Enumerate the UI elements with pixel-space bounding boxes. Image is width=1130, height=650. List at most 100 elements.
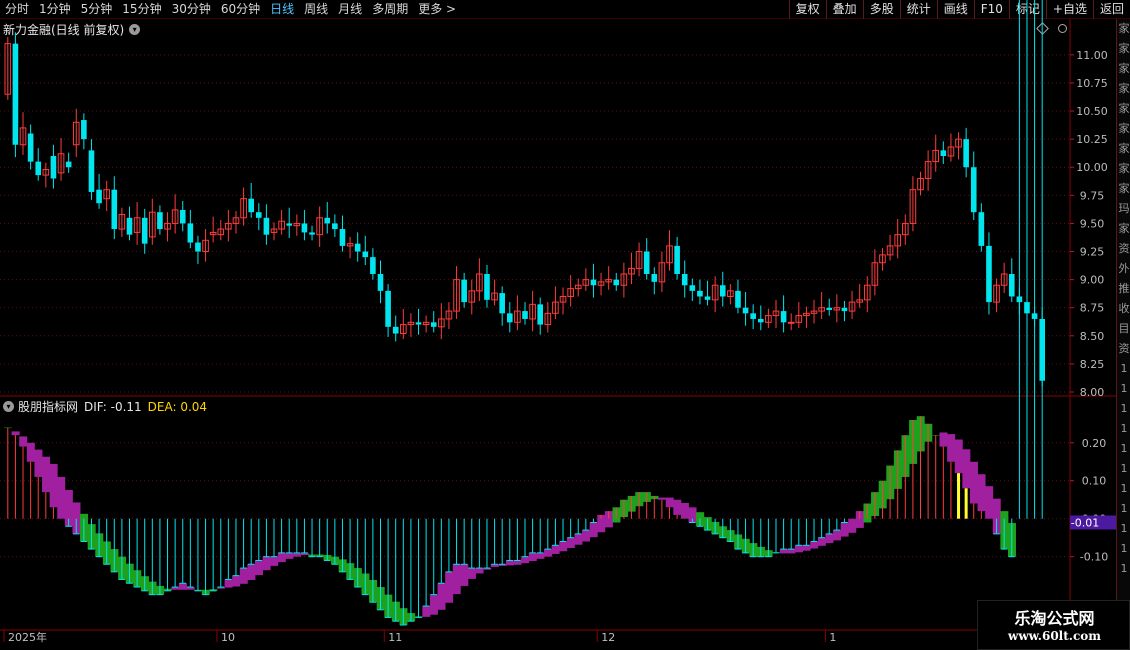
macd-shade	[848, 518, 857, 533]
candle-body-down	[141, 217, 148, 244]
macd-shade	[544, 549, 553, 557]
candle-body-down	[757, 318, 764, 323]
macd-shade	[270, 556, 279, 566]
sidebar-item[interactable]: 目	[1117, 319, 1130, 339]
candle-body-down	[461, 279, 467, 303]
price-tick-label: 11.00	[1076, 49, 1108, 62]
price-tick-label: 9.00	[1080, 274, 1105, 287]
sidebar-item[interactable]: 1	[1117, 439, 1130, 459]
candle-body-down	[286, 223, 293, 226]
candle-body-down	[377, 274, 384, 291]
candle-body-down	[27, 133, 34, 162]
sidebar-item[interactable]: 1	[1117, 379, 1130, 399]
candle-body-down	[248, 198, 254, 213]
candle-body-down	[522, 311, 528, 319]
stock-chart-app: 分时 1分钟 5分钟 15分钟 30分钟 60分钟 日线 周线 月线 多周期 更多 > 复权 叠加 多股…	[0, 0, 1130, 650]
sidebar-item[interactable]: 家	[1117, 219, 1130, 239]
macd-shade	[513, 560, 522, 565]
candle-body-down	[332, 223, 338, 230]
candle-body-down	[643, 251, 650, 274]
macd-shade	[11, 431, 20, 436]
sidebar-item[interactable]: 1	[1117, 559, 1130, 579]
macd-shade	[49, 463, 58, 508]
macd-shade	[817, 537, 826, 546]
price-tick-label: 8.25	[1080, 358, 1105, 371]
candle-body-down	[613, 279, 620, 286]
macd-shade	[26, 442, 35, 462]
macd-tick-label: 0.20	[1082, 437, 1107, 450]
candle-body-down	[126, 217, 133, 235]
candle-body-down	[537, 304, 544, 325]
candle-body-down	[986, 245, 992, 303]
candle-body-down	[697, 290, 703, 297]
candle-body-down	[841, 307, 848, 312]
macd-shade	[680, 502, 689, 519]
sidebar-item[interactable]: 家	[1117, 19, 1130, 39]
price-tick-label: 10.25	[1076, 133, 1108, 146]
sidebar-item[interactable]: 推	[1117, 279, 1130, 299]
sidebar-item[interactable]: 家	[1117, 119, 1130, 139]
candle-body-down	[81, 120, 87, 140]
candle-body-down	[742, 307, 749, 314]
macd-tick-label: -0.10	[1080, 551, 1108, 564]
sidebar-item[interactable]: 1	[1117, 399, 1130, 419]
indicator-name: 股朋指标网	[18, 400, 79, 414]
candle-body-down	[255, 212, 262, 218]
macd-shade	[445, 571, 454, 603]
sidebar-item[interactable]: 家	[1117, 139, 1130, 159]
chart-canvas[interactable]: 11.00 10.75 10.50 10.25 10.00 9.75 9.50 9.25 9.0…	[0, 0, 1130, 650]
sidebar-item[interactable]: 玛	[1117, 199, 1130, 219]
sidebar-item[interactable]: 家	[1117, 59, 1130, 79]
sidebar-item[interactable]: 家	[1117, 159, 1130, 179]
candle-body-down	[689, 285, 696, 291]
macd-shade	[262, 556, 271, 571]
sidebar-item[interactable]: 1	[1117, 359, 1130, 379]
sidebar-item[interactable]: 家	[1117, 39, 1130, 59]
price-tick-label: 10.75	[1076, 77, 1108, 90]
sidebar-item[interactable]: 1	[1117, 479, 1130, 499]
chevron-down-icon[interactable]: ▾	[3, 401, 14, 412]
sidebar-item[interactable]: 外	[1117, 259, 1130, 279]
candle-body-down	[430, 322, 437, 327]
candle-body-down	[324, 217, 331, 224]
macd-shade	[505, 560, 514, 566]
sidebar-item[interactable]: 家	[1117, 179, 1130, 199]
candle-body-down	[50, 156, 57, 179]
macd-tick-label: 0.10	[1082, 475, 1107, 488]
macd-shade	[254, 560, 263, 576]
candle-body-down	[96, 189, 102, 204]
right-sidebar[interactable]: 家家家家家家家家家玛家资外推收目资11111111111	[1116, 19, 1130, 629]
sidebar-item[interactable]: 1	[1117, 459, 1130, 479]
candle-body-down	[35, 161, 42, 176]
candle-body-down	[179, 209, 186, 224]
indicator-title[interactable]: ▾ 股朋指标网 DIF: -0.11 DEA: 0.04	[3, 398, 207, 415]
candle-body-down	[963, 139, 969, 168]
sidebar-item[interactable]: 1	[1117, 499, 1130, 519]
sidebar-item[interactable]: 家	[1117, 99, 1130, 119]
candle-body-down	[385, 290, 391, 327]
candle-body-down	[978, 212, 985, 246]
sidebar-item[interactable]: 1	[1117, 519, 1130, 539]
macd-shade	[239, 568, 248, 584]
macd-shade	[521, 556, 530, 564]
price-tick-label: 9.50	[1080, 217, 1105, 230]
macd-shade	[551, 545, 560, 554]
macd-shade	[840, 522, 849, 537]
candle-body-down	[719, 285, 726, 297]
sidebar-item[interactable]: 资	[1117, 339, 1130, 359]
candle-body-down	[392, 326, 399, 334]
price-tick-label: 8.75	[1080, 302, 1105, 315]
sidebar-item[interactable]: 收	[1117, 299, 1130, 319]
macd-shade	[19, 436, 28, 447]
candle-body-down	[339, 229, 346, 246]
macd-shade	[947, 434, 956, 462]
macd-shade	[528, 552, 537, 562]
candle-body-down	[1008, 274, 1015, 297]
macd-shade	[802, 545, 811, 551]
candle-body-down	[88, 150, 95, 192]
sidebar-item[interactable]: 家	[1117, 79, 1130, 99]
candle-body-up	[787, 321, 795, 324]
sidebar-item[interactable]: 1	[1117, 419, 1130, 439]
sidebar-item[interactable]: 1	[1117, 539, 1130, 559]
sidebar-item[interactable]: 资	[1117, 239, 1130, 259]
